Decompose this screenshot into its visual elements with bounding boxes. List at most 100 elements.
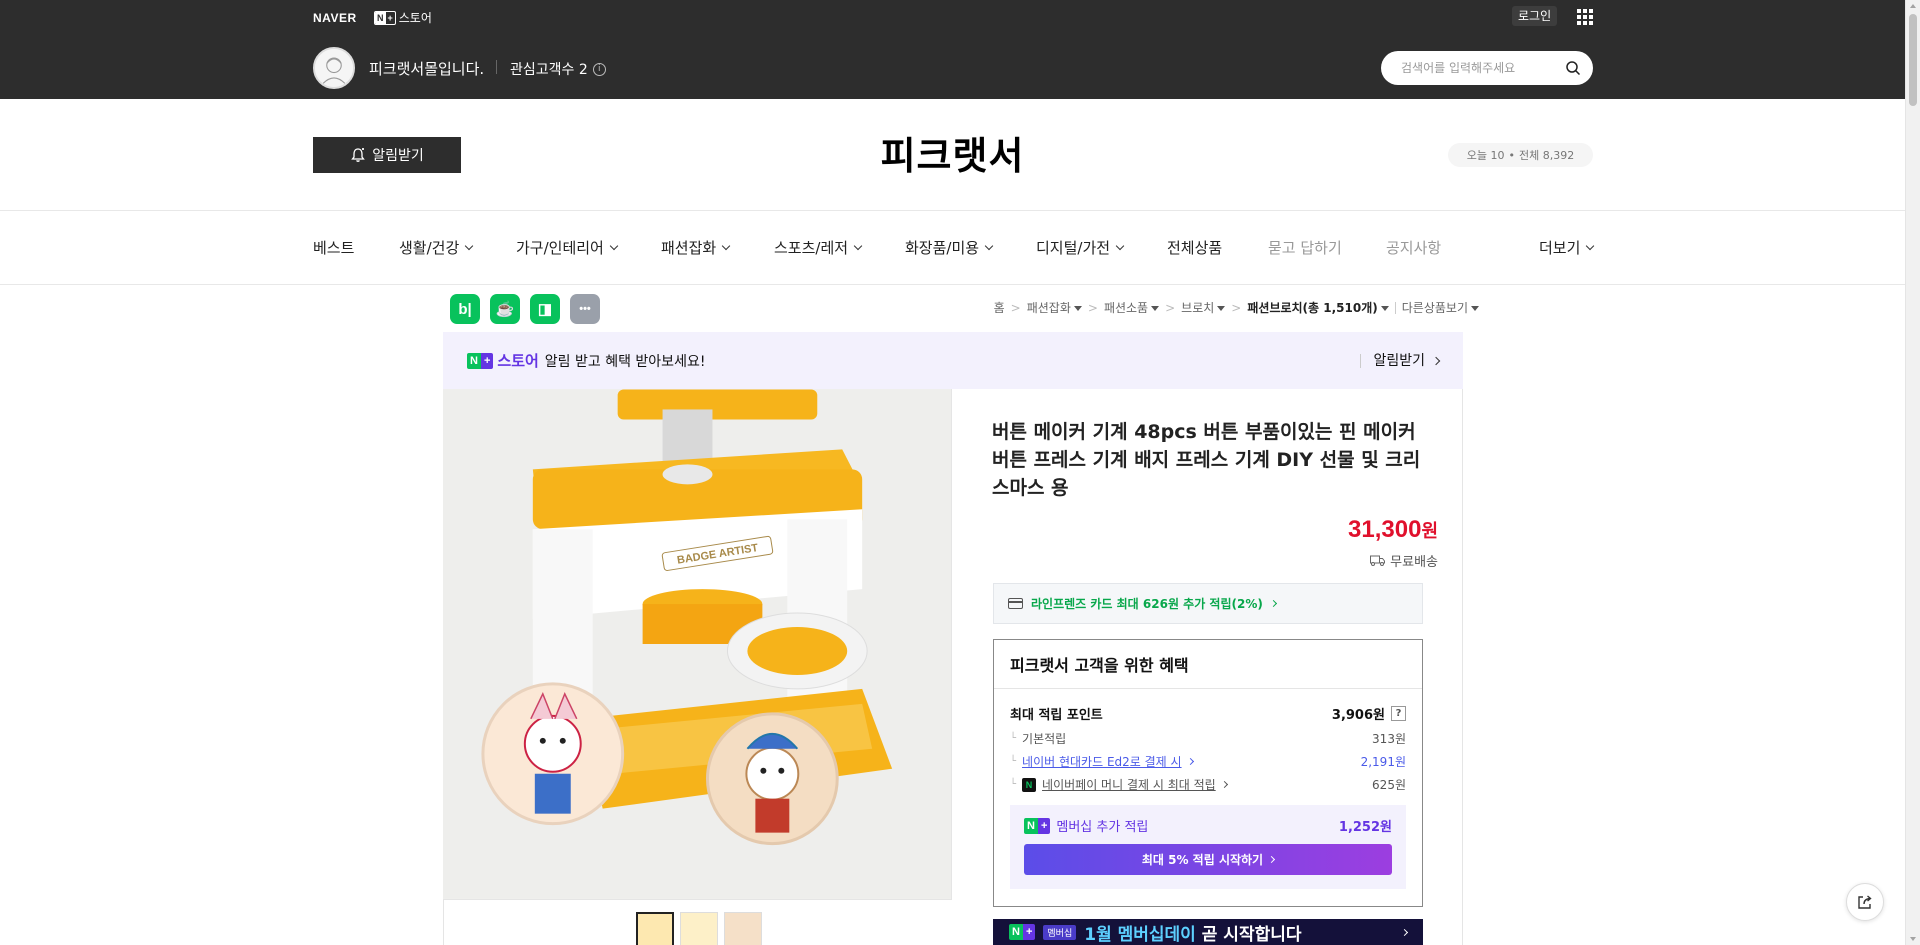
category-notice[interactable]: 공지사항 [1386, 237, 1441, 258]
breadcrumb-separator: > [1231, 300, 1242, 315]
chevron-down-icon [721, 241, 731, 250]
share-icon [1858, 895, 1872, 909]
hyundai-card-link[interactable]: 네이버 현대카드 Ed2로 결제 시 [1022, 753, 1182, 770]
product-price: 31,300원 [1348, 516, 1438, 543]
bookmark-share-icon[interactable]: ◨ [530, 294, 560, 324]
membership-day-text: 1월 멤버십데이 곧 시작합니다 [1084, 924, 1302, 945]
chevron-right-icon [1186, 757, 1194, 766]
scroll-down-arrow-icon[interactable] [1910, 937, 1916, 941]
naver-plus-store-link[interactable]: N + 스토어 [374, 9, 432, 26]
category-furniture[interactable]: 가구/인테리어 [516, 237, 619, 258]
naver-logo[interactable]: NAVER [313, 11, 357, 25]
category-sports[interactable]: 스포츠/레저 [774, 237, 863, 258]
chevron-down-icon [609, 241, 619, 250]
category-beauty[interactable]: 화장품/미용 [905, 237, 994, 258]
breadcrumb-home[interactable]: 홈 [994, 299, 1005, 316]
max-points-value: 3,906원 [1331, 708, 1385, 723]
breadcrumb-separator: > [1165, 300, 1176, 315]
chevron-down-icon [853, 241, 863, 250]
cafe-share-icon[interactable]: ☕ [490, 294, 520, 324]
apps-grid-icon[interactable] [1577, 9, 1593, 25]
interest-customers: 관심고객수 2 i [510, 59, 606, 79]
truck-icon [1370, 555, 1386, 566]
interest-count: 관심고객수 2 [510, 62, 588, 78]
credit-card-icon [1008, 598, 1023, 609]
category-fashion-goods[interactable]: 패션잡화 [661, 237, 731, 258]
breadcrumb-separator: > [1087, 300, 1098, 315]
product-thumbnail[interactable] [680, 912, 718, 945]
breadcrumb-level2[interactable]: 패션소품 [1104, 299, 1160, 316]
product-thumbnail[interactable] [636, 912, 674, 945]
breadcrumb-level1[interactable]: 패션잡화 [1027, 299, 1082, 316]
membership-day-banner[interactable]: N + 멤버십 1월 멤버십데이 곧 시작합니다 [993, 919, 1423, 945]
breadcrumb-current[interactable]: 패션브로치(총 1,510개) [1247, 299, 1389, 316]
start-membership-button[interactable]: 최대 5% 적립 시작하기 [1024, 844, 1392, 875]
caret-down-icon [1151, 306, 1160, 311]
naver-plus-store-logo: N + 스토어 [467, 350, 539, 371]
visitor-count: 오늘 10 • 전체 8,392 [1448, 143, 1593, 167]
divider [496, 60, 497, 74]
category-more[interactable]: 더보기 [1539, 237, 1595, 258]
category-navigation: 베스트 생활/건강 가구/인테리어 패션잡화 스포츠/레저 화장품/미용 디지털… [313, 237, 1595, 259]
blog-share-icon[interactable]: b| [450, 294, 480, 324]
scroll-up-arrow-icon[interactable] [1910, 4, 1916, 8]
share-icons: b| ☕ ◨ ••• [450, 294, 600, 324]
chevron-right-icon [1431, 356, 1441, 365]
store-name: 피크랫서몰입니다. [369, 60, 485, 78]
branch-icon: └ [1010, 733, 1017, 744]
search-input[interactable] [1401, 61, 1565, 75]
product-title: 버튼 메이커 기계 48pcs 버튼 부품이있는 핀 메이커 버튼 프레스 기계… [992, 421, 1421, 499]
store-title[interactable]: 피크랫서 [0, 125, 1905, 180]
shipping-label: 무료배송 [1390, 555, 1438, 570]
benefits-title: 피크랫서 고객을 위한 혜택 [994, 640, 1422, 689]
other-products-link[interactable]: 다른상품보기 [1402, 299, 1479, 316]
chevron-right-icon [1268, 855, 1276, 864]
category-all-products[interactable]: 전체상품 [1167, 237, 1222, 258]
naverpay-money-link[interactable]: 네이버페이 머니 결제 시 최대 적립 [1042, 776, 1216, 793]
max-points-label: 최대 적립 포인트 [1010, 708, 1103, 723]
floating-share-button[interactable] [1846, 883, 1884, 921]
caret-down-icon [1073, 306, 1082, 311]
global-navigation-bar: NAVER N + 스토어 로그인 피크랫서몰입니다. 관심고객수 2 i [0, 0, 1905, 99]
card-benefit-link[interactable]: 라인프렌즈 카드 최대 626원 추가 적립(2%) [993, 583, 1423, 624]
category-qna[interactable]: 묻고 답하기 [1268, 237, 1342, 258]
chevron-right-icon [1220, 780, 1228, 789]
chevron-down-icon [984, 241, 994, 250]
more-share-icon[interactable]: ••• [570, 294, 600, 324]
page-scrollbar[interactable] [1905, 0, 1920, 945]
naver-plus-badge-icon: N + [1009, 924, 1036, 940]
chevron-down-icon [465, 241, 474, 250]
login-button[interactable]: 로그인 [1512, 6, 1558, 26]
total-visitors: 전체 8,392 [1519, 149, 1575, 162]
info-icon[interactable]: i [592, 62, 606, 76]
store-profile-avatar[interactable] [313, 47, 355, 89]
naver-plus-badge-icon: N + [1024, 817, 1051, 834]
today-visitors: 오늘 10 [1466, 149, 1505, 162]
nstore-label: 스토어 [398, 11, 432, 25]
scrollbar-thumb[interactable] [1909, 14, 1917, 106]
chevron-right-icon [1400, 928, 1409, 936]
membership-points-panel: N + 멤버십 추가 적립 1,252원 최대 5% 적립 시작하기 [1010, 805, 1406, 889]
naver-plus-badge-icon: N + [467, 352, 494, 369]
banner-notify-link[interactable]: 알림받기 [1360, 353, 1441, 368]
breadcrumb-separator: > [1010, 300, 1021, 315]
naverpay-icon: N [1022, 777, 1037, 792]
category-best[interactable]: 베스트 [313, 237, 354, 258]
breadcrumb: 홈 > 패션잡화 > 패션소품 > 브로치 > 패션브로치(총 1,510개) … [994, 299, 1479, 316]
product-main-image[interactable]: BADGE ARTIST [443, 389, 952, 899]
chevron-right-icon [1269, 599, 1277, 608]
benefit-row-naverpay: └ N 네이버페이 머니 결제 시 최대 적립 625원 [1010, 776, 1406, 793]
search-icon[interactable] [1565, 60, 1581, 76]
help-icon[interactable]: ? [1391, 706, 1406, 721]
breadcrumb-level3[interactable]: 브로치 [1181, 299, 1226, 316]
naver-plus-logo-icon: N + [374, 10, 396, 25]
divider [1394, 301, 1396, 314]
product-thumbnail[interactable] [724, 912, 762, 945]
category-digital[interactable]: 디지털/가전 [1036, 237, 1125, 258]
store-search [1381, 51, 1593, 85]
caret-down-icon [1217, 306, 1226, 311]
membership-notify-banner: N + 스토어 알림 받고 혜택 받아보세요! 알림받기 [443, 332, 1463, 389]
banner-text: 알림 받고 혜택 받아보세요! [544, 353, 706, 370]
category-living-health[interactable]: 생활/건강 [399, 237, 474, 258]
button-maker-machine-image: BADGE ARTIST [443, 389, 951, 899]
